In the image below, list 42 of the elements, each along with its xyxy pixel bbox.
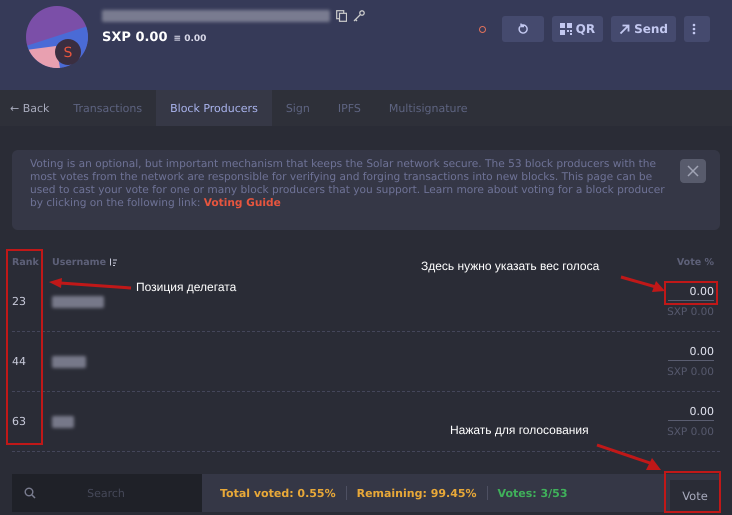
remaining: Remaining: 99.45% [356, 486, 477, 500]
voting-guide-link[interactable]: Voting Guide [204, 197, 281, 209]
close-button[interactable] [680, 159, 706, 183]
search-icon [24, 487, 36, 499]
tab[interactable]: Block Producers [156, 90, 272, 126]
column-header: Rank [12, 256, 40, 268]
vote-input[interactable]: 0.00 [668, 405, 714, 421]
qr-code-icon [560, 23, 572, 35]
vote-button[interactable]: Vote [670, 480, 720, 512]
column-header: Vote % [676, 256, 714, 268]
send-button[interactable]: Send [611, 16, 676, 42]
rank-cell-text: 44 [12, 355, 27, 368]
blurred-username [52, 356, 86, 368]
fiat-balance: ≡ 0.00 [174, 34, 206, 44]
sort-icon[interactable] [109, 258, 118, 266]
status-dot-icon [478, 26, 486, 32]
annotation-frame [664, 471, 721, 513]
arrow-icon [619, 24, 630, 34]
more-button[interactable] [684, 16, 710, 42]
copy-icon[interactable] [336, 10, 347, 22]
qr-button[interactable]: QR [552, 16, 604, 42]
annotation-label: Здесь нужно указать вес голоса [421, 259, 600, 273]
vote-input[interactable]: 0.00 [668, 345, 714, 361]
annotation-label: Нажать для голосования [450, 423, 589, 437]
blurred-username [52, 416, 74, 428]
refresh-button[interactable] [502, 16, 544, 42]
notice-text: Voting is an optional, but important mechanism that keeps the Solar network secure. The 53 block producers with the most votes from the network are responsible for verifying and forging transactions into new blocks. This page can be used to cast your vote for one or many block producers that you support. Learn more about voting for a block producer by clicking on the following link: Voting Guide [30, 158, 666, 210]
avatar-drawing: S [26, 6, 88, 68]
key-icon[interactable] [353, 10, 365, 22]
annotation-arrow [620, 275, 666, 293]
annotation-arrow [596, 443, 662, 471]
rank-cell-text: 23 [12, 295, 27, 308]
total-voted: Total voted: 0.55% [220, 486, 336, 500]
refresh-icon [516, 23, 529, 35]
balance: SXP 0.00 [102, 30, 168, 45]
annotation-label: Позиция делегата [136, 280, 236, 294]
more-icon [692, 23, 696, 35]
rank-cell-text: 63 [12, 415, 27, 428]
votes-count: Votes: 3/53 [498, 486, 568, 500]
tab[interactable]: ← Back [0, 90, 60, 126]
blurred-username [52, 296, 104, 308]
close-icon [687, 165, 699, 177]
